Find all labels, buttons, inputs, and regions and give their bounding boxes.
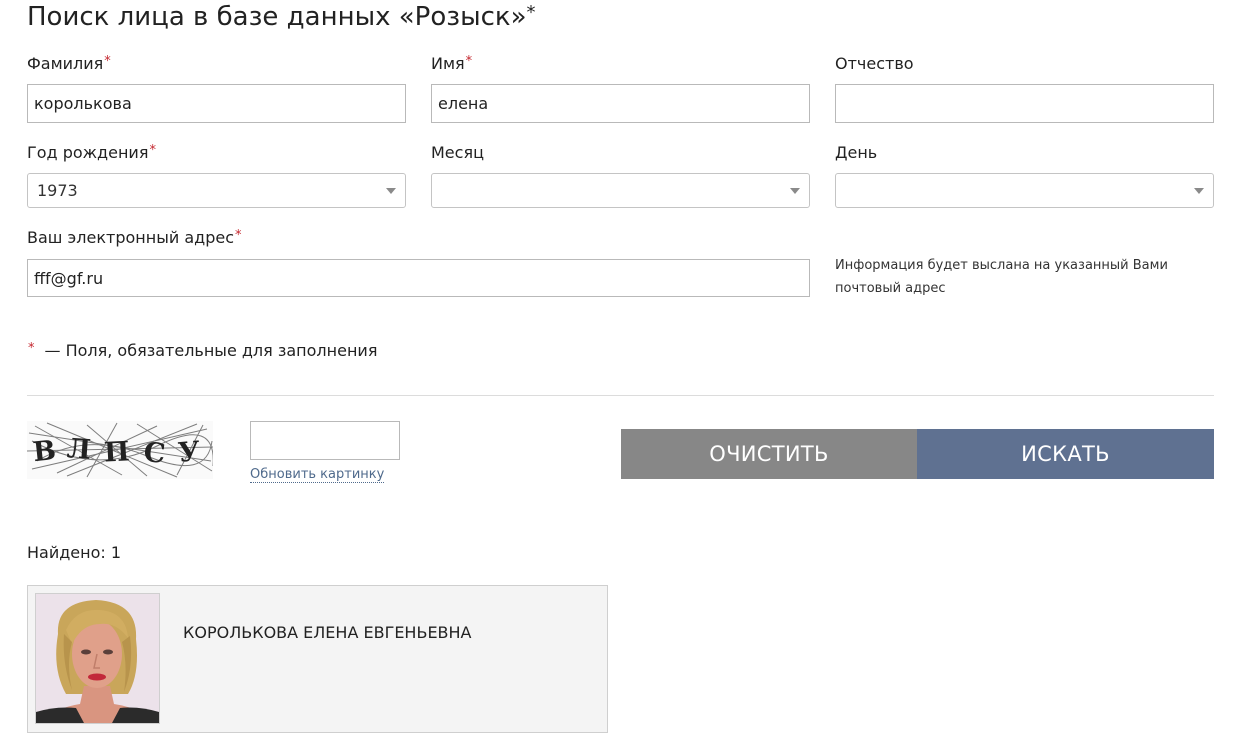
captcha-image: В Л П С У [26,421,214,479]
required-mark: * [235,228,242,243]
birth-year-value: 1973 [37,181,78,200]
divider [27,395,1214,396]
birth-year-select[interactable]: 1973 [27,173,406,208]
clear-button[interactable]: ОЧИСТИТЬ [621,429,917,479]
captcha-input[interactable] [250,421,400,460]
chevron-down-icon [386,187,396,194]
email-note: Информация будет выслана на указанный Ва… [835,258,1168,296]
refresh-captcha-link[interactable]: Обновить картинку [250,467,385,483]
patronymic-input[interactable] [835,84,1214,123]
svg-text:У: У [177,436,202,469]
search-button[interactable]: ИСКАТЬ [917,429,1214,479]
email-label: Ваш электронный адрес* [27,228,242,247]
svg-text:С: С [142,437,167,470]
results-count: Найдено: 1 [27,543,122,562]
page-title: Поиск лица в базе данных «Розыск»* [27,2,536,32]
chevron-down-icon [790,187,800,194]
svg-text:Л: Л [66,433,92,466]
surname-input[interactable] [27,84,406,123]
name-input[interactable] [431,84,810,123]
required-mark: * [28,341,35,356]
name-label: Имя* [431,54,473,73]
patronymic-label: Отчество [835,54,914,73]
month-select[interactable] [431,173,810,208]
day-select[interactable] [835,173,1214,208]
required-fields-note: * — Поля, обязательные для заполнения [28,341,378,360]
svg-text:П: П [103,436,130,468]
email-input[interactable] [27,259,810,297]
required-mark: * [149,143,156,158]
person-photo[interactable] [35,593,160,724]
birth-year-label: Год рождения* [27,143,156,162]
chevron-down-icon [1194,187,1204,194]
svg-text:В: В [31,435,57,468]
required-mark: * [465,54,473,69]
day-label: День [835,143,878,162]
title-asterisk: * [526,2,536,23]
result-name-link[interactable]: КОРОЛЬКОВА ЕЛЕНА ЕВГЕНЬЕВНА [183,623,472,642]
month-label: Месяц [431,143,484,162]
surname-label: Фамилия* [27,54,111,73]
required-mark: * [104,54,111,69]
